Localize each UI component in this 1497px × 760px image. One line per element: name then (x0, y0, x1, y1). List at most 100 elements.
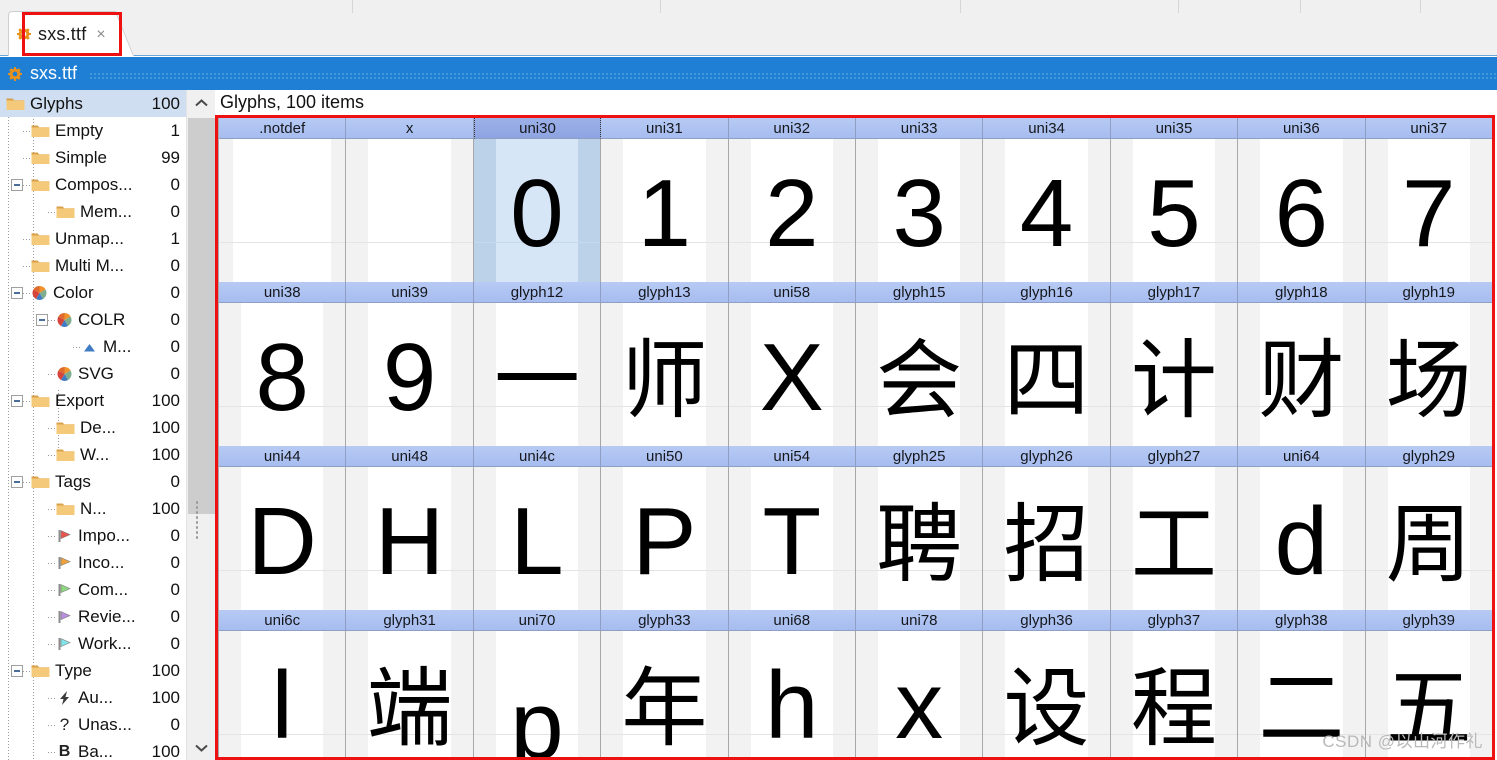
glyph-name-label[interactable]: .notdef (219, 118, 347, 139)
glyph-cell[interactable] (219, 139, 347, 282)
glyph-cell[interactable]: 聘 (855, 467, 984, 610)
glyph-cell[interactable]: 工 (1110, 467, 1239, 610)
glyph-name-label[interactable]: uni78 (855, 610, 984, 631)
glyph-cell[interactable]: 程 (1110, 631, 1239, 757)
glyph-cell[interactable]: 场 (1365, 303, 1492, 446)
tab-sxs-ttf[interactable]: sxs.ttf × (8, 11, 134, 56)
glyph-cell[interactable]: 端 (346, 631, 474, 757)
glyph-name-label[interactable]: glyph38 (1238, 610, 1366, 631)
glyph-cell[interactable]: 9 (346, 303, 474, 446)
glyph-cell[interactable]: 1 (601, 139, 729, 282)
glyph-name-label[interactable]: x (346, 118, 474, 139)
glyph-cell[interactable]: 一 (473, 303, 602, 446)
glyph-cell[interactable]: h (728, 631, 856, 757)
glyph-cell[interactable]: 7 (1365, 139, 1492, 282)
glyph-cell[interactable]: H (346, 467, 474, 610)
tree-item-unas[interactable]: ? Unas... 0 (0, 711, 186, 738)
expander-minus-icon[interactable] (11, 664, 23, 677)
expander-minus-icon[interactable] (11, 475, 23, 488)
tree-item-glyphs[interactable]: Glyphs 100 (0, 90, 186, 117)
glyph-name-label[interactable]: glyph16 (983, 282, 1111, 303)
tree-item-simple[interactable]: Simple 99 (0, 144, 186, 171)
glyph-name-label[interactable]: uni33 (855, 118, 984, 139)
glyph-name-label[interactable]: uni34 (983, 118, 1111, 139)
tree-item-n[interactable]: N... 100 (0, 495, 186, 522)
glyph-name-label[interactable]: uni64 (1238, 446, 1366, 467)
glyph-name-label[interactable]: glyph39 (1365, 610, 1492, 631)
tree-item-ba[interactable]: B Ba... 100 (0, 738, 186, 760)
tree-item-tags[interactable]: Tags 0 (0, 468, 186, 495)
glyph-cell[interactable]: d (1238, 467, 1366, 610)
glyph-cell[interactable] (346, 139, 474, 282)
glyph-name-label[interactable]: uni38 (219, 282, 347, 303)
glyph-name-label[interactable]: uni37 (1365, 118, 1492, 139)
glyph-name-label[interactable]: glyph12 (473, 282, 602, 303)
glyph-cell[interactable]: 8 (219, 303, 347, 446)
tree-item-com[interactable]: Com... 0 (0, 576, 186, 603)
glyph-cell[interactable]: 6 (1238, 139, 1366, 282)
glyph-name-label[interactable]: glyph15 (855, 282, 984, 303)
glyph-name-label[interactable]: uni58 (728, 282, 856, 303)
tree-item-de[interactable]: De... 100 (0, 414, 186, 441)
glyph-name-label[interactable]: uni31 (601, 118, 729, 139)
tree-item-type[interactable]: Type 100 (0, 657, 186, 684)
scroll-down-button[interactable] (187, 735, 216, 760)
glyph-name-label[interactable]: uni48 (346, 446, 474, 467)
glyph-grid[interactable]: .notdef x uni30 uni31 uni32 uni33 uni34 uni35 un… (218, 118, 1492, 757)
tree-item-inco[interactable]: Inco... 0 (0, 549, 186, 576)
tree-item-w[interactable]: W... 100 (0, 441, 186, 468)
glyph-name-label[interactable]: glyph37 (1110, 610, 1239, 631)
glyph-cell[interactable]: 4 (983, 139, 1111, 282)
glyph-cell[interactable]: P (601, 467, 729, 610)
tree-item-multim[interactable]: Multi M... 0 (0, 252, 186, 279)
tree-item-mem[interactable]: Mem... 0 (0, 198, 186, 225)
glyph-name-label[interactable]: uni50 (601, 446, 729, 467)
glyph-cell[interactable]: D (219, 467, 347, 610)
glyph-name-label[interactable]: glyph17 (1110, 282, 1239, 303)
glyph-cell[interactable]: 五 (1365, 631, 1492, 757)
glyph-cell[interactable]: x (855, 631, 984, 757)
glyph-cell[interactable]: 5 (1110, 139, 1239, 282)
tree-item-au[interactable]: Au... 100 (0, 684, 186, 711)
expander-minus-icon[interactable] (11, 178, 23, 191)
expander-minus-icon[interactable] (11, 394, 23, 407)
glyph-cell[interactable]: 计 (1110, 303, 1239, 446)
glyph-cell[interactable]: 3 (855, 139, 984, 282)
glyph-cell[interactable]: X (728, 303, 856, 446)
glyph-cell[interactable]: 周 (1365, 467, 1492, 610)
glyph-cell[interactable]: 设 (983, 631, 1111, 757)
tree-item-compos[interactable]: Compos... 0 (0, 171, 186, 198)
glyph-cell[interactable]: 2 (728, 139, 856, 282)
tree-item-svg[interactable]: SVG 0 (0, 360, 186, 387)
glyph-name-label[interactable]: uni68 (728, 610, 856, 631)
glyph-name-label[interactable]: uni36 (1238, 118, 1366, 139)
tree-item-export[interactable]: Export 100 (0, 387, 186, 414)
tree-item-unmap[interactable]: Unmap... 1 (0, 225, 186, 252)
tree-item-revie[interactable]: Revie... 0 (0, 603, 186, 630)
glyph-name-label[interactable]: uni70 (473, 610, 602, 631)
tree-item-m[interactable]: M... 0 (0, 333, 186, 360)
glyph-name-label[interactable]: uni32 (728, 118, 856, 139)
glyph-name-label[interactable]: glyph13 (601, 282, 729, 303)
glyph-name-label[interactable]: uni44 (219, 446, 347, 467)
glyph-name-label[interactable]: glyph29 (1365, 446, 1492, 467)
expander-minus-icon[interactable] (11, 286, 23, 299)
glyph-cell[interactable]: L (473, 467, 602, 610)
scroll-up-button[interactable] (187, 90, 216, 115)
tree-item-work[interactable]: Work... 0 (0, 630, 186, 657)
glyph-name-label[interactable]: glyph31 (346, 610, 474, 631)
glyph-cell[interactable]: p (473, 631, 602, 757)
tree-item-color[interactable]: Color 0 (0, 279, 186, 306)
glyph-name-label[interactable]: glyph25 (855, 446, 984, 467)
glyph-name-label[interactable]: uni4c (473, 446, 602, 467)
glyph-cell[interactable]: T (728, 467, 856, 610)
glyph-name-label[interactable]: uni30 (473, 118, 602, 139)
glyph-cell[interactable]: 师 (601, 303, 729, 446)
glyph-cell[interactable]: 会 (855, 303, 984, 446)
expander-minus-icon[interactable] (36, 313, 48, 326)
glyph-cell[interactable]: 二 (1238, 631, 1366, 757)
glyph-cell[interactable]: 四 (983, 303, 1111, 446)
splitter-grip-icon[interactable] (195, 500, 200, 540)
glyph-name-label[interactable]: uni39 (346, 282, 474, 303)
glyph-category-tree[interactable]: Glyphs 100 Empty 1 Simple 99 Compos... 0 Mem... 0… (0, 90, 186, 760)
